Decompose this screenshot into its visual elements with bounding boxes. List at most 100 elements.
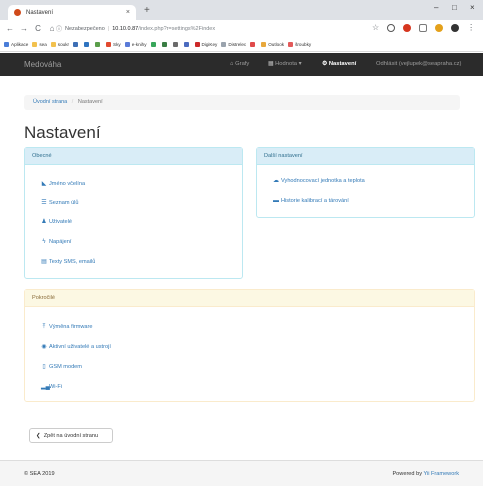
bookmark-item[interactable]	[161, 41, 169, 47]
settings-link-vyhodnocovaci-jednotka[interactable]: ☁ Vyhodnocovací jednotka a teplota	[273, 178, 365, 184]
breadcrumb: Úvodní strana / Nastavení	[24, 95, 460, 110]
panel-general: Obecné ◣ Jméno včelína ☰ Seznam úlů ♟ Už…	[24, 147, 243, 279]
settings-link-texty[interactable]: ▤ Texty SMS, emailů	[41, 259, 95, 265]
tab-title: Nastavení	[26, 9, 54, 16]
reload-icon[interactable]: C	[34, 24, 42, 33]
text-icon: ▤	[41, 259, 47, 265]
extension-icon[interactable]	[387, 23, 396, 32]
settings-link-label: Texty SMS, emailů	[49, 259, 96, 265]
nav-logout[interactable]: Odhlásit (vejlupek@seapraha.cz)	[376, 61, 461, 67]
bookmark-label: šroubky	[295, 41, 312, 47]
brand-logo[interactable]: Medováha	[24, 60, 61, 69]
bookmark-item[interactable]: sea	[32, 41, 47, 47]
minimize-button[interactable]: –	[434, 3, 438, 12]
extension-icon[interactable]	[419, 23, 428, 32]
url-path: /index.php?r=settings%2Findex	[138, 25, 216, 32]
url-input[interactable]: ⓘ Nezabezpečeno | 10.10.0.87 /index.php?…	[56, 22, 408, 35]
settings-link-label: Seznam úlů	[49, 200, 79, 206]
footer-copyright: © SEA 2019	[24, 471, 55, 477]
settings-link-aktivni-uzivatele[interactable]: ◉ Aktivní uživatelé a ustrojí	[41, 344, 111, 350]
bookmark-item[interactable]: DigiKey	[194, 41, 217, 47]
settings-link-wifi[interactable]: ▂▄ Wi-Fi	[41, 384, 62, 390]
forward-icon[interactable]: →	[20, 24, 28, 33]
footer-powered-prefix: Powered by	[392, 471, 422, 477]
bookmark-label: soukr	[57, 41, 70, 47]
bookmark-icon	[161, 41, 167, 47]
home-button-icon[interactable]: ⌂	[48, 24, 56, 33]
signal-icon: ▂▄	[41, 384, 50, 390]
bookmark-item[interactable]	[95, 41, 102, 47]
insecure-label: Nezabezpečeno	[65, 25, 105, 32]
settings-link-label: Wi-Fi	[49, 384, 63, 390]
bookmark-icon	[183, 41, 189, 47]
close-window-button[interactable]: ×	[470, 3, 475, 12]
bookmark-icon	[4, 41, 9, 47]
settings-link-uzivatele[interactable]: ♟ Uživatelé	[41, 219, 72, 225]
extension-icon[interactable]	[403, 23, 412, 32]
book-icon: ▬	[273, 198, 279, 204]
footer-yii-link[interactable]: Yii Framework	[423, 471, 459, 477]
nav-grafy[interactable]: ⌂ Grafy	[230, 61, 249, 67]
bookmark-icon	[172, 41, 178, 47]
settings-link-label: Historie kalibrací a tárování	[281, 198, 349, 204]
settings-link-gsm-modem[interactable]: ▯ GSM modem	[41, 364, 82, 370]
bookmark-icon	[124, 41, 130, 47]
menu-icon[interactable]: ⋮	[467, 23, 475, 32]
home-icon: ⌂	[230, 61, 234, 67]
bookmark-item[interactable]: Aplikace	[4, 41, 28, 47]
favicon-icon	[14, 9, 21, 16]
settings-link-seznam-ulu[interactable]: ☰ Seznam úlů	[41, 200, 79, 206]
address-bar: ← → C ⌂ ⓘ Nezabezpečeno | 10.10.0.87 /in…	[0, 20, 483, 37]
footer-powered-by: Powered by Yii Framework	[392, 471, 459, 477]
extension-icon[interactable]	[435, 23, 444, 32]
bookmark-item[interactable]	[172, 41, 180, 47]
star-icon[interactable]: ☆	[372, 23, 379, 32]
nav-nastaveni-label: Nastavení	[328, 61, 357, 67]
back-icon[interactable]: ←	[6, 24, 14, 33]
extension-icon[interactable]	[451, 23, 460, 32]
bookmark-item[interactable]	[250, 41, 257, 47]
flash-icon: ϟ	[42, 239, 46, 245]
table-icon: ▦	[268, 61, 274, 67]
bookmark-item[interactable]: e-knihy	[124, 41, 147, 47]
settings-link-label: Vyhodnocovací jednotka a teplota	[281, 178, 365, 184]
new-tab-button[interactable]: +	[144, 6, 150, 16]
settings-link-vymena-firmware[interactable]: ⤒ Výměna firmware	[41, 324, 93, 330]
url-host: 10.10.0.87	[112, 25, 139, 32]
breadcrumb-home[interactable]: Úvodní strana	[33, 99, 67, 105]
bookmark-item[interactable]	[73, 41, 80, 47]
maximize-button[interactable]: □	[452, 3, 457, 12]
panel-advanced-title: Pokročilé	[25, 290, 474, 307]
back-to-home-button[interactable]: ❮ Zpět na úvodní stranu	[29, 428, 113, 443]
bookmark-item[interactable]: šroubky	[288, 41, 312, 47]
bookmark-item[interactable]	[84, 41, 91, 47]
settings-link-napajeni[interactable]: ϟ Napájení	[41, 239, 71, 245]
browser-tab[interactable]: Nastavení ×	[8, 5, 136, 20]
bookmark-item[interactable]: Distrelec	[221, 41, 247, 47]
info-icon[interactable]: ⓘ	[56, 24, 62, 33]
page-title: Nastavení	[24, 123, 101, 142]
settings-link-jmeno-vcelina[interactable]: ◣ Jméno včelína	[41, 181, 85, 187]
bookmark-item[interactable]	[183, 41, 191, 47]
back-to-home-label: Zpět na úvodní stranu	[43, 432, 99, 439]
bookmark-icon	[50, 41, 56, 47]
bookmark-icon	[95, 41, 101, 47]
bookmark-item[interactable]: Outlook	[261, 41, 284, 47]
eye-icon: ◉	[41, 344, 47, 350]
tab-close-icon[interactable]: ×	[126, 9, 130, 16]
panel-other-title: Další nastavení	[257, 148, 474, 165]
nav-nastaveni[interactable]: ⚙ Nastavení	[322, 61, 356, 67]
bookmark-item[interactable]: Sky	[106, 41, 121, 47]
nav-grafy-label: Grafy	[235, 61, 250, 67]
bookmark-item[interactable]	[150, 41, 158, 47]
bookmark-label: Distrelec	[228, 41, 247, 47]
chevron-left-icon: ❮	[36, 432, 41, 439]
nav-hodnota[interactable]: ▦ Hodnota ▾	[268, 61, 302, 67]
bookmark-item[interactable]: soukr	[50, 41, 70, 47]
bookmark-icon	[106, 41, 112, 47]
bookmark-label: Sky	[113, 41, 121, 47]
settings-link-historie-kalibraci[interactable]: ▬ Historie kalibrací a tárování	[273, 198, 349, 204]
bookmark-icon	[73, 41, 79, 47]
list-icon: ☰	[41, 200, 47, 206]
bookmark-icon	[261, 41, 267, 47]
